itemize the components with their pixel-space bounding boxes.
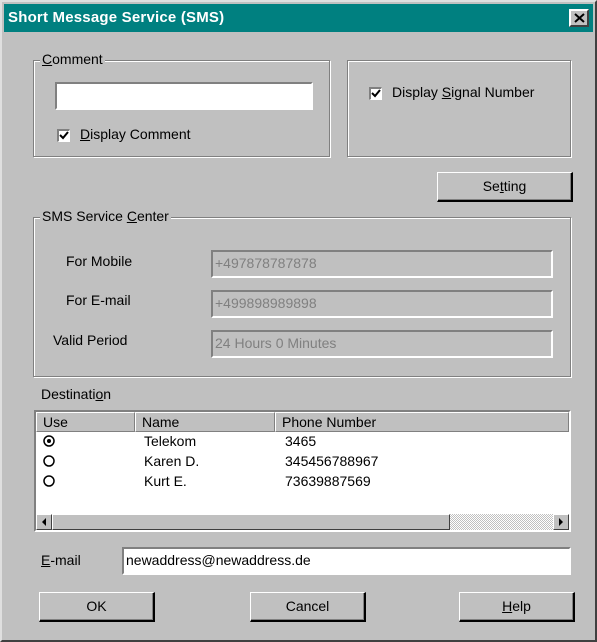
list-item[interactable]: Telekom 3465 <box>36 432 569 452</box>
radio-unselected-icon[interactable] <box>43 475 55 487</box>
scroll-thumb[interactable] <box>52 514 450 530</box>
for-mobile-label: For Mobile <box>66 253 133 269</box>
help-button[interactable]: Help <box>459 592 575 622</box>
column-header-phone-number[interactable]: Phone Number <box>275 412 569 432</box>
display-signal-number-checkbox[interactable] <box>369 87 382 100</box>
horizontal-scrollbar[interactable] <box>36 514 569 530</box>
display-comment-label[interactable]: Display Comment <box>80 126 191 142</box>
comment-group-legend: Comment <box>40 51 105 67</box>
checkmark-icon <box>371 89 381 98</box>
scroll-left-button[interactable] <box>36 514 52 530</box>
row-name: Karen D. <box>144 453 200 469</box>
comment-input[interactable] <box>55 82 313 110</box>
email-input[interactable]: newaddress@newaddress.de <box>122 547 571 575</box>
row-name: Kurt E. <box>144 473 187 489</box>
valid-period-field: 24 Hours 0 Minutes <box>211 330 553 358</box>
destination-label: Destination <box>41 386 112 402</box>
row-phone: 3465 <box>285 433 317 449</box>
for-mobile-field: +497878787878 <box>211 250 553 278</box>
display-comment-checkbox[interactable] <box>57 129 70 142</box>
window-title: Short Message Service (SMS) <box>8 9 225 26</box>
arrow-left-icon <box>42 518 46 526</box>
list-item[interactable]: Karen D. 345456788967 <box>36 452 569 472</box>
column-header-use[interactable]: Use <box>36 412 135 432</box>
destination-list[interactable]: Use Name Phone Number Telekom 3465 Karen… <box>34 410 571 532</box>
radio-selected-icon[interactable] <box>43 435 55 447</box>
for-email-field: +499898989898 <box>211 290 553 318</box>
ok-button[interactable]: OK <box>39 592 155 622</box>
row-phone: 345456788967 <box>285 453 379 469</box>
row-phone: 73639887569 <box>285 473 371 489</box>
for-email-label: For E-mail <box>66 292 131 308</box>
setting-button[interactable]: Setting <box>437 172 573 202</box>
close-button[interactable] <box>569 9 589 27</box>
close-icon <box>574 13 585 23</box>
row-name: Telekom <box>144 433 197 449</box>
valid-period-label: Valid Period <box>53 332 128 348</box>
sms-dialog: Short Message Service (SMS) Comment Disp… <box>0 0 597 642</box>
list-item[interactable]: Kurt E. 73639887569 <box>36 472 569 492</box>
title-bar[interactable]: Short Message Service (SMS) <box>4 4 593 32</box>
cancel-button[interactable]: Cancel <box>250 592 366 622</box>
radio-unselected-icon[interactable] <box>43 455 55 467</box>
checkmark-icon <box>59 131 69 140</box>
sms-service-center-legend: SMS Service Center <box>40 208 171 224</box>
column-header-name[interactable]: Name <box>135 412 275 432</box>
scroll-right-button[interactable] <box>553 514 569 530</box>
email-label: E-mail <box>41 552 81 568</box>
signal-group <box>347 60 571 157</box>
arrow-right-icon <box>559 518 563 526</box>
display-signal-number-label[interactable]: Display Signal Number <box>392 84 534 100</box>
